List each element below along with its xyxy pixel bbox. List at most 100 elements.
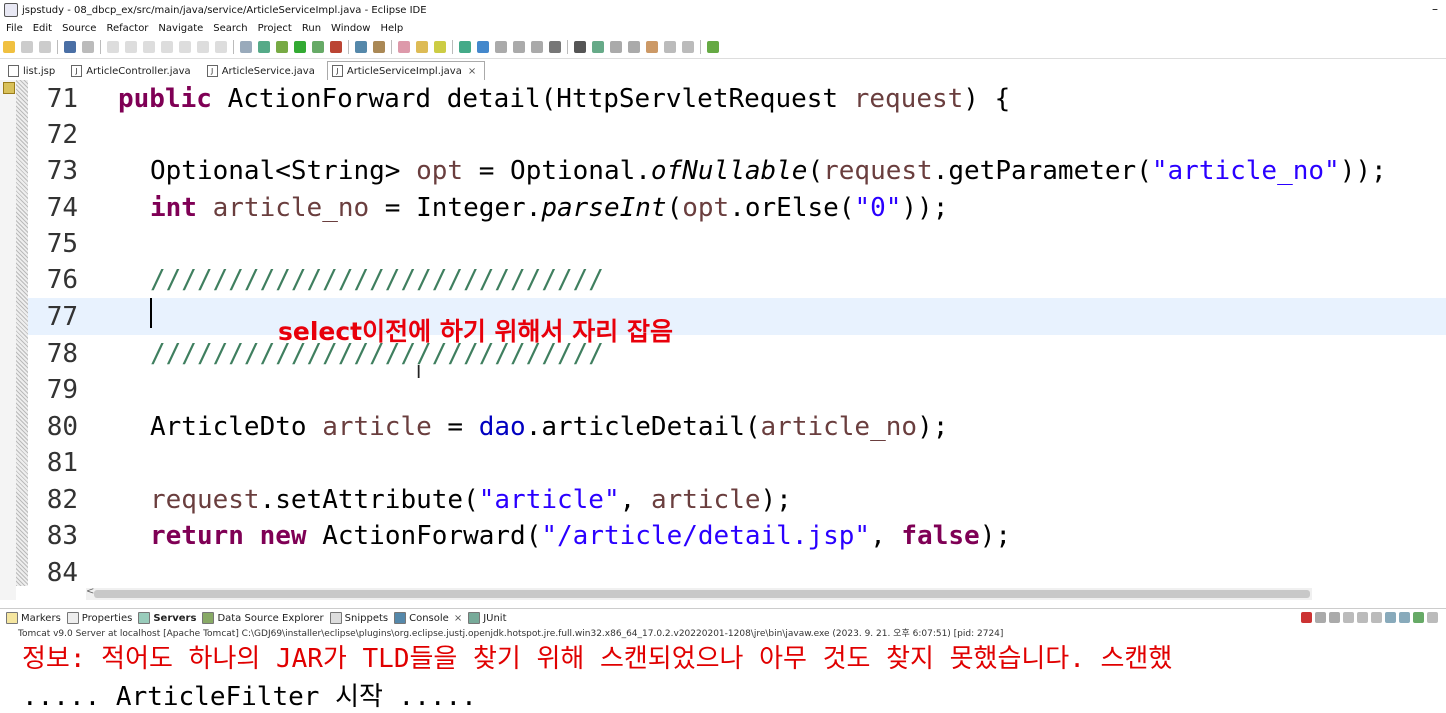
tab-servers[interactable]: Servers: [138, 612, 196, 624]
pin-icon[interactable]: [459, 41, 471, 53]
paragraph-icon[interactable]: [549, 41, 561, 53]
coverage-icon[interactable]: [312, 41, 324, 53]
use-step-filters-icon[interactable]: [258, 41, 270, 53]
line-number: 78: [46, 338, 78, 369]
minimize-button[interactable]: –: [1432, 2, 1438, 16]
word-wrap-icon[interactable]: [513, 41, 525, 53]
bug-icon[interactable]: [276, 41, 288, 53]
new-icon[interactable]: [3, 41, 15, 53]
scroll-lock-icon[interactable]: [1343, 612, 1354, 623]
toolbar-separator: [391, 40, 392, 54]
show-whitespace-icon[interactable]: [531, 41, 543, 53]
menu-run[interactable]: Run: [302, 23, 321, 34]
display-console-icon[interactable]: [1399, 612, 1410, 623]
menu-project[interactable]: Project: [258, 23, 292, 34]
code-editor[interactable]: 71 public ActionForward detail(HttpServl…: [28, 80, 1446, 586]
new-package-icon[interactable]: [373, 41, 385, 53]
line-number: 82: [46, 484, 78, 515]
toolbar-separator: [57, 40, 58, 54]
tab-article-controller[interactable]: J ArticleController.java: [67, 62, 198, 80]
new-java-project-icon[interactable]: [355, 41, 367, 53]
close-console-icon[interactable]: ×: [454, 613, 462, 624]
tab-markers[interactable]: Markers: [6, 612, 61, 624]
terminate-icon[interactable]: [1301, 612, 1312, 623]
tab-article-service[interactable]: J ArticleService.java: [203, 62, 323, 80]
next-annotation-icon[interactable]: [610, 41, 622, 53]
open-type-icon[interactable]: [398, 41, 410, 53]
terminal-icon[interactable]: [64, 41, 76, 53]
tab-properties[interactable]: Properties: [66, 612, 132, 624]
tab-list-jsp[interactable]: list.jsp: [4, 62, 63, 80]
annotation-icon[interactable]: [592, 41, 604, 53]
block-selection-icon[interactable]: [495, 41, 507, 53]
menu-bar: File Edit Source Refactor Navigate Searc…: [0, 20, 1446, 36]
menu-help[interactable]: Help: [380, 23, 403, 34]
package-explorer-icon[interactable]: [3, 82, 15, 94]
back-icon[interactable]: [664, 41, 676, 53]
pin-console-icon[interactable]: [1385, 612, 1396, 623]
eclipse-app-icon: [4, 3, 18, 17]
toolbar-separator: [100, 40, 101, 54]
step-return-icon[interactable]: [215, 41, 227, 53]
menu-navigate[interactable]: Navigate: [158, 23, 203, 34]
save-icon[interactable]: [21, 41, 33, 53]
tab-snippets[interactable]: Snippets: [329, 612, 388, 624]
code-line: 83 return new ActionForward("/article/de…: [28, 517, 1446, 554]
tab-data-source-explorer[interactable]: Data Source Explorer: [202, 612, 324, 624]
skip-breakpoints-icon[interactable]: [82, 41, 94, 53]
last-edit-icon[interactable]: [646, 41, 658, 53]
junit-icon: [468, 612, 481, 624]
properties-icon: [66, 612, 79, 624]
tab-junit[interactable]: JUnit: [468, 612, 507, 624]
forward-icon[interactable]: [682, 41, 694, 53]
external-tools-icon[interactable]: [330, 41, 342, 53]
open-console-icon[interactable]: [1413, 612, 1424, 623]
current-line: 77: [28, 298, 1446, 335]
open-folder-icon[interactable]: [416, 41, 428, 53]
scrollbar-thumb[interactable]: [94, 590, 1310, 598]
menu-file[interactable]: File: [6, 23, 23, 34]
code-line: 84: [28, 554, 1446, 587]
horizontal-scrollbar[interactable]: <: [86, 586, 1312, 600]
toolbar-separator: [700, 40, 701, 54]
line-number: 79: [46, 374, 78, 405]
minimize-view-icon[interactable]: [1427, 612, 1438, 623]
menu-search[interactable]: Search: [213, 23, 247, 34]
tab-article-service-impl[interactable]: J ArticleServiceImpl.java ×: [326, 61, 486, 80]
save-all-icon[interactable]: [39, 41, 51, 53]
disconnect-icon[interactable]: [161, 41, 173, 53]
drop-to-frame-icon[interactable]: [240, 41, 252, 53]
show-on-output-icon[interactable]: [1371, 612, 1382, 623]
code-line: 79: [28, 371, 1446, 408]
open-perspective-icon[interactable]: [707, 41, 719, 53]
toolbar-separator: [567, 40, 568, 54]
search-icon[interactable]: [434, 41, 446, 53]
menu-edit[interactable]: Edit: [33, 23, 52, 34]
ibeam-cursor-icon: I: [416, 362, 422, 383]
text-caret: [150, 298, 152, 328]
suspend-icon[interactable]: [125, 41, 137, 53]
remove-all-icon[interactable]: [1329, 612, 1340, 623]
tab-label: ArticleService.java: [221, 65, 315, 77]
tab-console[interactable]: Console ×: [394, 612, 462, 624]
data-source-icon: [202, 612, 215, 624]
step-over-icon[interactable]: [197, 41, 209, 53]
step-into-icon[interactable]: [179, 41, 191, 53]
terminate-icon[interactable]: [143, 41, 155, 53]
previous-annotation-icon[interactable]: [628, 41, 640, 53]
main-toolbar: [0, 36, 1446, 59]
menu-refactor[interactable]: Refactor: [106, 23, 148, 34]
line-number: 80: [46, 411, 78, 442]
resume-icon[interactable]: [107, 41, 119, 53]
servers-icon: [138, 612, 151, 624]
code-line: 73 Optional<String> opt = Optional.ofNul…: [28, 152, 1446, 189]
line-number: 83: [46, 520, 78, 551]
menu-window[interactable]: Window: [331, 23, 370, 34]
globe-icon[interactable]: [574, 41, 586, 53]
run-icon[interactable]: [294, 41, 306, 53]
menu-source[interactable]: Source: [62, 23, 96, 34]
remove-launch-icon[interactable]: [1315, 612, 1326, 623]
close-tab-icon[interactable]: ×: [468, 66, 476, 77]
word-wrap-icon[interactable]: [1357, 612, 1368, 623]
mark-occurrences-icon[interactable]: [477, 41, 489, 53]
